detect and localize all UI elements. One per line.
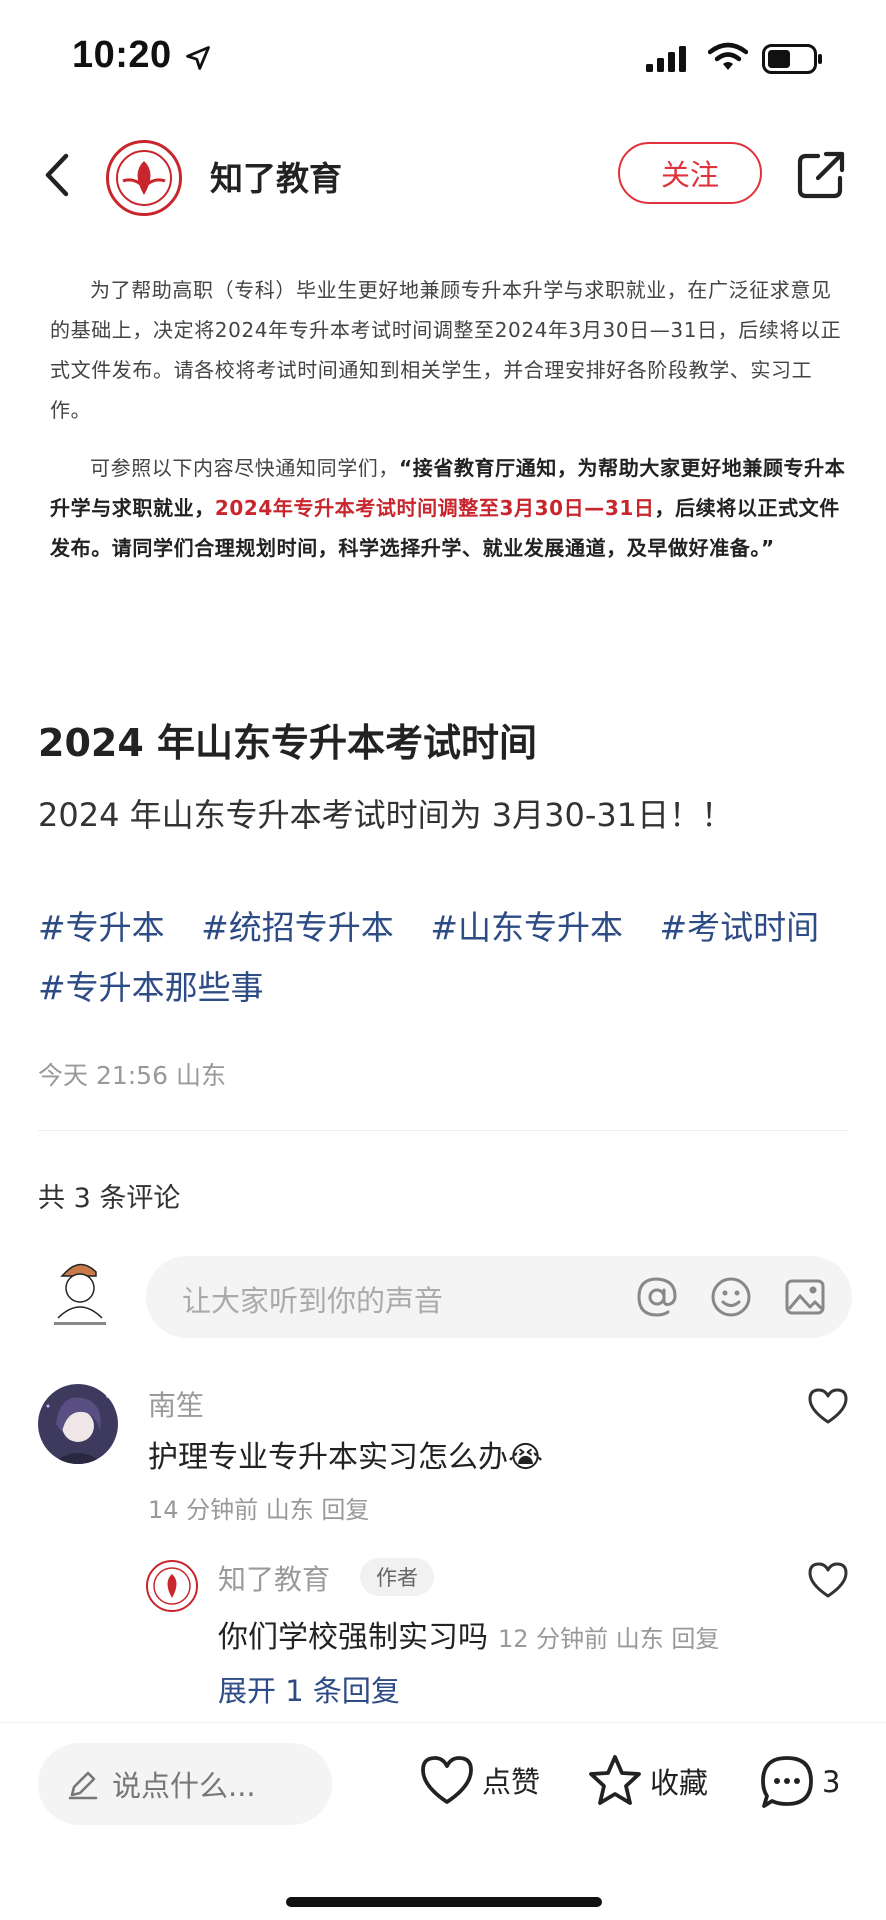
comment-text: 护理专业专升本实习怎么办😭 — [148, 1440, 544, 1475]
at-icon[interactable] — [634, 1274, 680, 1320]
favorite-button[interactable]: 收藏 — [586, 1753, 708, 1809]
logo-emblem-icon — [153, 1567, 191, 1605]
comment-button[interactable]: 3 — [758, 1753, 840, 1811]
my-avatar[interactable] — [44, 1252, 116, 1332]
notice-highlight: 2024年专升本考试时间调整至3月30日—31日 — [214, 496, 655, 520]
home-indicator[interactable] — [286, 1897, 602, 1907]
author-badge: 作者 — [360, 1558, 434, 1596]
status-bar: 10:20 — [0, 0, 886, 120]
comment-input-placeholder: 让大家听到你的声音 — [182, 1284, 444, 1318]
tag-link[interactable]: #考试时间 — [659, 908, 819, 947]
like-button[interactable]: 点赞 — [418, 1753, 540, 1807]
like-label: 点赞 — [482, 1765, 541, 1799]
follow-button[interactable]: 关注 — [618, 142, 762, 204]
notice-paragraph-2: 可参照以下内容尽快通知同学们，“接省教育厅通知，为帮助大家更好地兼顾专升本升学与… — [50, 448, 848, 568]
logo-emblem-icon — [111, 145, 177, 211]
back-icon[interactable] — [38, 150, 78, 200]
image-icon[interactable] — [782, 1274, 828, 1320]
status-time: 10:20 — [72, 34, 172, 76]
comment-count-label: 3 — [822, 1765, 841, 1799]
signal-icon — [646, 46, 686, 72]
account-name[interactable]: 知了教育 — [210, 152, 342, 200]
tag-link[interactable]: #山东专升本 — [430, 908, 623, 947]
notice-paragraph-1: 为了帮助高职（专科）毕业生更好地兼顾专升本升学与求职就业，在广泛征求意见的基础上… — [50, 278, 842, 422]
reply-meta[interactable]: 12 分钟前 山东 回复 — [498, 1625, 719, 1653]
comment-meta[interactable]: 14 分钟前 山东 回复 — [148, 1490, 369, 1525]
notice-prefix: 可参照以下内容尽快通知同学们， — [90, 456, 399, 480]
tag-link[interactable]: #专升本 — [38, 908, 165, 947]
commenter-avatar[interactable] — [38, 1384, 118, 1464]
heart-icon — [421, 1756, 473, 1804]
favorite-label: 收藏 — [650, 1766, 709, 1800]
tag-link[interactable]: #专升本那些事 — [38, 968, 264, 1007]
say-something-input[interactable]: 说点什么... — [38, 1743, 332, 1825]
tag-link[interactable]: #统招专升本 — [201, 908, 394, 947]
nav-bar: 知了教育 关注 — [0, 130, 886, 220]
commenter-name[interactable]: 南笙 — [148, 1384, 204, 1424]
say-something-placeholder: 说点什么... — [112, 1769, 256, 1803]
heart-icon[interactable] — [806, 1386, 850, 1426]
comment-input[interactable]: 让大家听到你的声音 — [146, 1256, 852, 1338]
notice-image[interactable]: 为了帮助高职（专科）毕业生更好地兼顾专升本升学与求职就业，在广泛征求意见的基础上… — [0, 270, 886, 650]
expand-replies-button[interactable]: 展开 1 条回复 — [218, 1668, 400, 1710]
heart-icon[interactable] — [806, 1560, 850, 1600]
star-icon — [589, 1755, 641, 1805]
reply-name[interactable]: 知了教育 — [218, 1558, 330, 1598]
comment-count: 共 3 条评论 — [38, 1183, 181, 1214]
reply-text-row: 你们学校强制实习吗 12 分钟前 山东 回复 — [218, 1612, 719, 1656]
share-icon[interactable] — [796, 150, 846, 200]
account-logo[interactable] — [106, 140, 182, 216]
comment-bubble-icon — [761, 1756, 813, 1808]
reply-avatar[interactable] — [146, 1560, 198, 1612]
post-meta: 今天 21:56 山东 — [38, 1061, 226, 1090]
divider — [38, 1130, 848, 1131]
tag-list: #专升本 #统招专升本 #山东专升本 #考试时间 #专升本那些事 — [38, 898, 858, 1018]
pen-icon — [68, 1771, 98, 1800]
post-title: 2024 年山东专升本考试时间 — [38, 721, 537, 765]
reply-text: 你们学校强制实习吗 — [218, 1620, 488, 1655]
bottom-action-bar: 说点什么... 点赞 收藏 3 — [0, 1722, 886, 1920]
post-body: 2024 年山东专升本考试时间为 3月30-31日！！ — [38, 796, 734, 834]
battery-icon — [762, 44, 822, 74]
location-arrow-icon — [186, 46, 210, 70]
emoji-icon[interactable] — [708, 1274, 754, 1320]
wifi-icon — [708, 42, 748, 70]
